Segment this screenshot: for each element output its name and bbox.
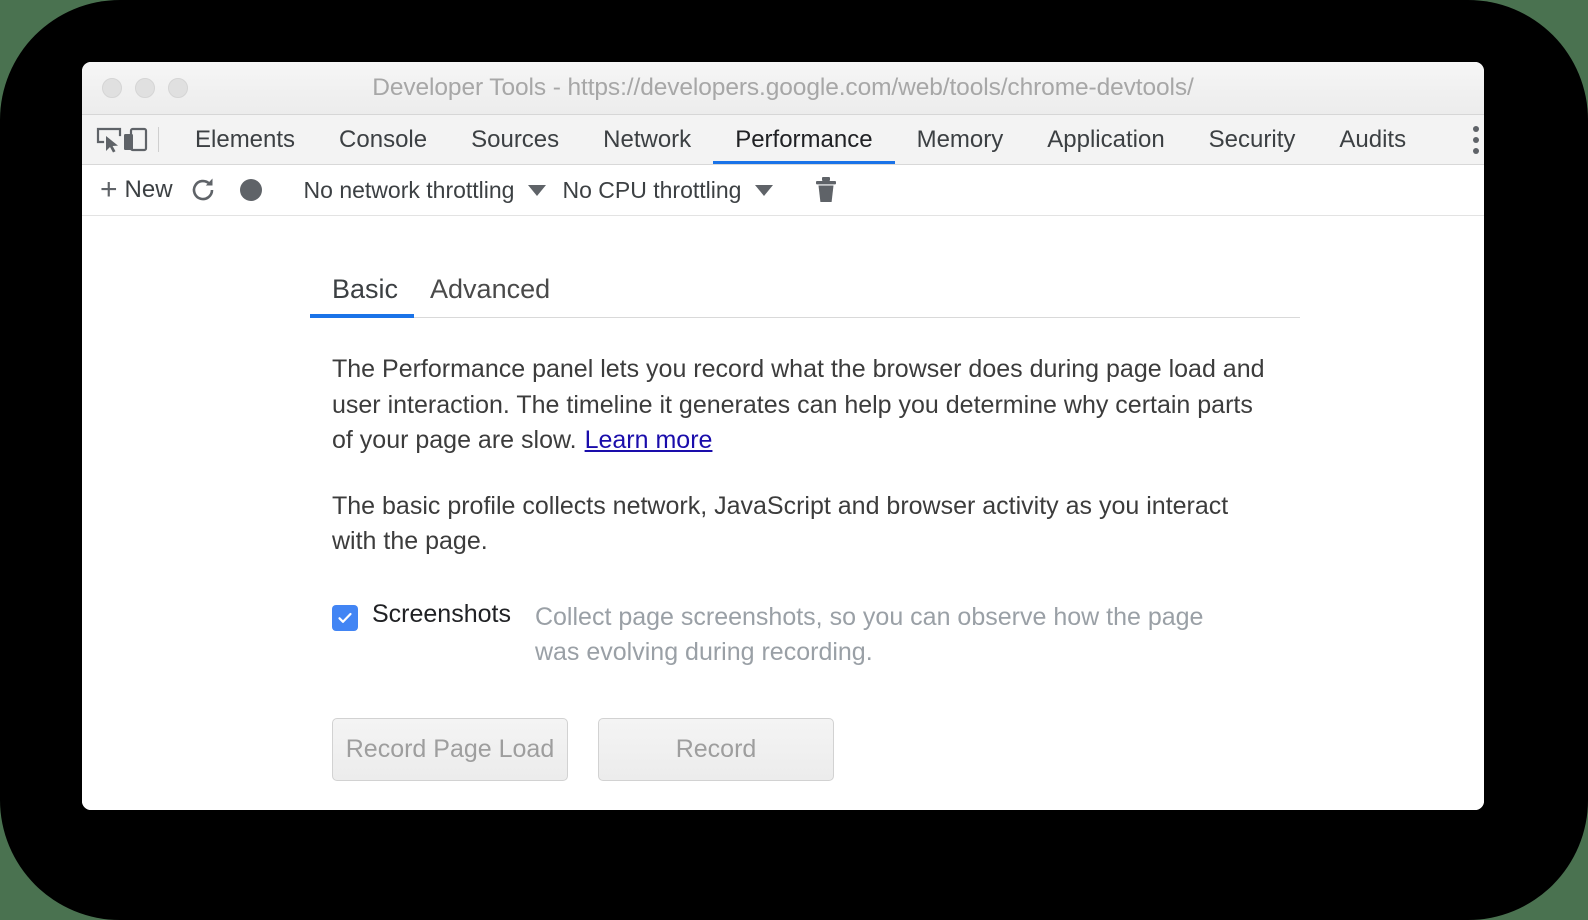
subtab-advanced[interactable]: Advanced	[414, 272, 566, 317]
record-buttons-row: Record Page Load Record	[310, 717, 1300, 781]
subtab-basic[interactable]: Basic	[310, 272, 415, 318]
chevron-down-icon	[755, 184, 774, 196]
screenshots-description: Collect page screenshots, so you can obs…	[534, 602, 1204, 666]
checkmark-icon	[338, 612, 352, 623]
window-title-bar: Developer Tools - https://developers.goo…	[82, 62, 1484, 115]
screenshots-checkbox[interactable]	[332, 604, 358, 631]
screenshots-label[interactable]: Screenshots	[372, 600, 511, 629]
record-circle-icon[interactable]	[227, 170, 275, 210]
trash-icon[interactable]	[802, 170, 850, 210]
intro-paragraph: The Performance panel lets you record wh…	[310, 352, 1265, 459]
tab-console[interactable]: Console	[317, 115, 449, 164]
tab-network[interactable]: Network	[581, 115, 713, 164]
basic-profile-paragraph: The basic profile collects network, Java…	[332, 491, 1229, 556]
record-page-load-button[interactable]: Record Page Load	[332, 717, 568, 781]
more-options-icon[interactable]	[1449, 125, 1484, 154]
device-toolbar-icon[interactable]	[122, 115, 148, 164]
maximize-button[interactable]	[168, 78, 188, 98]
toolbar-separator	[158, 127, 159, 152]
screenshots-option-row: Screenshots Collect page screenshots, so…	[310, 600, 1300, 670]
traffic-lights	[102, 78, 188, 98]
tab-audits[interactable]: Audits	[1317, 115, 1428, 164]
tab-sources[interactable]: Sources	[449, 115, 581, 164]
reload-icon[interactable]	[179, 170, 227, 210]
inspect-element-icon[interactable]	[96, 115, 122, 164]
cpu-throttling-value: No CPU throttling	[562, 176, 742, 203]
performance-toolbar: + New No network throttling No CPU throt…	[82, 165, 1484, 216]
tab-elements[interactable]: Elements	[173, 115, 317, 164]
devtools-window: Developer Tools - https://developers.goo…	[82, 62, 1484, 810]
devtools-tab-bar: Elements Console Sources Network Perform…	[82, 115, 1484, 165]
tab-security[interactable]: Security	[1187, 115, 1318, 164]
plus-icon: +	[100, 173, 118, 206]
learn-more-link[interactable]: Learn more	[585, 426, 713, 454]
record-button[interactable]: Record	[598, 717, 834, 781]
minimize-button[interactable]	[135, 78, 155, 98]
cpu-throttling-dropdown[interactable]: No CPU throttling	[554, 177, 781, 204]
tab-application[interactable]: Application	[1025, 115, 1186, 164]
intro-paragraph-text: The Performance panel lets you record wh…	[332, 355, 1265, 454]
new-recording-button[interactable]: + New	[100, 175, 179, 205]
tab-performance[interactable]: Performance	[713, 115, 895, 164]
new-recording-label: New	[124, 176, 173, 203]
tab-memory[interactable]: Memory	[895, 115, 1026, 164]
panel-tabs: Elements Console Sources Network Perform…	[173, 115, 1428, 164]
close-button[interactable]	[102, 78, 122, 98]
network-throttling-value: No network throttling	[303, 176, 515, 203]
performance-landing-page: Basic Advanced The Performance panel let…	[82, 216, 1484, 810]
chevron-down-icon	[528, 184, 547, 196]
profile-mode-tabs: Basic Advanced	[310, 272, 1300, 318]
network-throttling-dropdown[interactable]: No network throttling	[296, 177, 555, 204]
tab-bar-right-controls	[1428, 115, 1484, 164]
window-title: Developer Tools - https://developers.goo…	[372, 74, 1194, 101]
